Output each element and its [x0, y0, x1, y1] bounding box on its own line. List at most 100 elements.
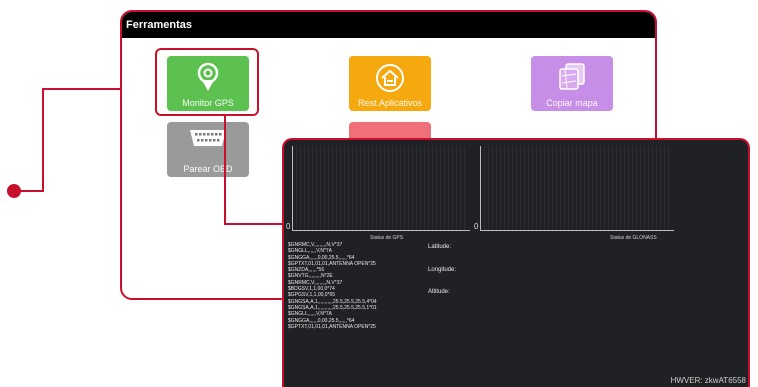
copy-map-label: Copiar mapa: [546, 98, 598, 108]
nmea-log: $GNRMC,V,,,,,,,,,N,V*37 $GNGLL,,,,,,V,N*7…: [288, 242, 418, 330]
home-restore-icon: [376, 64, 404, 92]
signal-bar-slot: [540, 146, 541, 230]
signal-bar-slot: [500, 146, 501, 230]
signal-bar-slot: [656, 146, 657, 230]
signal-bar-slot: [596, 146, 597, 230]
signal-bar-slot: [664, 146, 665, 230]
signal-bar-slot: [632, 146, 633, 230]
signal-bar-slot: [504, 146, 505, 230]
signal-bar-slot: [636, 146, 637, 230]
gps-status-title: Status de GPS: [370, 235, 404, 241]
signal-bar-slot: [520, 146, 521, 230]
signal-bar-slot: [608, 146, 609, 230]
altitude-label: Altitude:: [428, 289, 450, 295]
signal-bar-slot: [308, 146, 309, 230]
signal-bar-slot: [296, 146, 297, 230]
gps-status-chart: 0 Status de GPS: [286, 146, 476, 241]
signal-bar-slot: [336, 146, 337, 230]
signal-bar-slot: [356, 146, 357, 230]
signal-bar-slot: [352, 146, 353, 230]
signal-bar-slot: [640, 146, 641, 230]
signal-bar-slot: [456, 146, 457, 230]
pair-obd-label: Parear OBD: [183, 164, 233, 174]
signal-bar-slot: [320, 146, 321, 230]
nmea-line: $GPTXT,01,01,01,ANTENNA OPEN*25: [288, 323, 376, 330]
signal-bar-slot: [652, 146, 653, 230]
signal-bar-slot: [420, 146, 421, 230]
signal-bar-slot: [592, 146, 593, 230]
signal-bar-slot: [332, 146, 333, 230]
signal-bar-slot: [488, 146, 489, 230]
signal-bar-slot: [432, 146, 433, 230]
signal-bar-slot: [384, 146, 385, 230]
signal-bar-slot: [548, 146, 549, 230]
signal-bar-slot: [568, 146, 569, 230]
signal-bar-slot: [600, 146, 601, 230]
signal-bar-slot: [372, 146, 373, 230]
signal-bar-slot: [300, 146, 301, 230]
signal-bar-slot: [668, 146, 669, 230]
callout-dot: [7, 184, 21, 198]
gps-monitor-screen: 0 Status de GPS 0 Status de GLONASS $GNR…: [282, 138, 750, 387]
signal-bar-slot: [644, 146, 645, 230]
glonass-y-axis: [480, 146, 481, 230]
signal-bar-slot: [496, 146, 497, 230]
signal-bar-slot: [660, 146, 661, 230]
signal-bar-slot: [376, 146, 377, 230]
copy-map-tile[interactable]: Copiar mapa: [531, 56, 613, 111]
signal-bar-slot: [544, 146, 545, 230]
signal-bar-slot: [552, 146, 553, 230]
gps-y-axis: [292, 146, 293, 230]
glonass-x-axis: [480, 230, 674, 231]
signal-bar-slot: [564, 146, 565, 230]
signal-bar-slot: [460, 146, 461, 230]
signal-bar-slot: [312, 146, 313, 230]
map-copy-icon: [559, 63, 585, 90]
signal-bar-slot: [648, 146, 649, 230]
pair-obd-tile[interactable]: Parear OBD: [167, 122, 249, 177]
gps-axis-zero: 0: [286, 222, 291, 231]
signal-bar-slot: [628, 146, 629, 230]
gps-x-axis: [292, 230, 470, 231]
signal-bar-slot: [612, 146, 613, 230]
signal-bar-slot: [344, 146, 345, 230]
signal-bar-slot: [328, 146, 329, 230]
signal-bar-slot: [580, 146, 581, 230]
signal-bar-slot: [448, 146, 449, 230]
signal-bar-slot: [340, 146, 341, 230]
signal-bar-slot: [424, 146, 425, 230]
glonass-bars: [480, 146, 669, 230]
signal-bar-slot: [444, 146, 445, 230]
monitor-gps-highlight: [155, 48, 259, 116]
callout-line-vertical: [42, 88, 44, 192]
signal-bar-slot: [528, 146, 529, 230]
hardware-version: HWVER: zkwAT6558: [670, 376, 746, 385]
longitude-label: Longitude:: [428, 267, 457, 273]
signal-bar-slot: [304, 146, 305, 230]
signal-bar-slot: [324, 146, 325, 230]
signal-bar-slot: [512, 146, 513, 230]
signal-bar-slot: [396, 146, 397, 230]
signal-bar-slot: [400, 146, 401, 230]
restore-apps-tile[interactable]: Rest.Aplicativos: [349, 56, 431, 111]
signal-bar-slot: [388, 146, 389, 230]
signal-bar-slot: [404, 146, 405, 230]
latitude-label: Latitude:: [428, 244, 452, 250]
signal-bar-slot: [452, 146, 453, 230]
glonass-status-title: Status de GLONASS: [610, 235, 657, 241]
signal-bar-slot: [408, 146, 409, 230]
signal-bar-slot: [584, 146, 585, 230]
signal-bar-slot: [516, 146, 517, 230]
signal-bar-slot: [604, 146, 605, 230]
signal-bar-slot: [348, 146, 349, 230]
signal-bar-slot: [576, 146, 577, 230]
signal-bar-slot: [524, 146, 525, 230]
signal-bar-slot: [588, 146, 589, 230]
signal-bar-slot: [492, 146, 493, 230]
signal-bar-slot: [620, 146, 621, 230]
signal-bar-slot: [624, 146, 625, 230]
tools-title: Ferramentas: [122, 12, 655, 38]
signal-bar-slot: [436, 146, 437, 230]
signal-bar-slot: [416, 146, 417, 230]
signal-bar-slot: [556, 146, 557, 230]
